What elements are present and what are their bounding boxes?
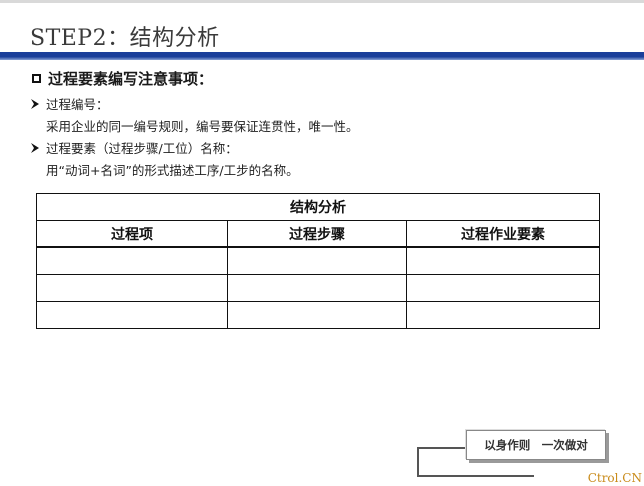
table-cell <box>36 274 228 302</box>
slide-title: STEP2：结构分析 <box>30 26 220 51</box>
column-header-process-item: 过程项 <box>36 220 228 248</box>
table-cell <box>36 246 228 275</box>
table-cell <box>227 274 407 302</box>
table-cell <box>227 246 407 275</box>
table-row <box>36 274 600 302</box>
table-cell <box>227 301 407 329</box>
column-header-process-step: 过程步骤 <box>227 220 407 248</box>
column-header-work-element: 过程作业要素 <box>406 220 600 248</box>
arrow-bullet-icon <box>31 98 39 109</box>
table-cell <box>36 301 228 329</box>
table-cell <box>406 246 600 275</box>
section-heading-text: 过程要素编写注意事项： <box>48 70 214 88</box>
motto-box: 以身作则 一次做对 <box>466 430 606 460</box>
motto-outline-top <box>417 447 467 449</box>
bullet-item-1: 过程编号： <box>30 94 109 113</box>
arrow-bullet-icon <box>31 142 39 153</box>
bullet-detail: 采用企业的同一编号规则，编号要保证连贯性，唯一性。 <box>46 119 359 134</box>
square-bullet-icon <box>32 74 41 83</box>
brand-watermark: Ctrol.CN <box>587 471 642 485</box>
table-cell <box>406 301 600 329</box>
title-underline-bar <box>0 52 644 60</box>
top-border <box>0 0 644 3</box>
table-cell <box>406 274 600 302</box>
table-caption: 结构分析 <box>36 193 600 221</box>
structure-analysis-table: 结构分析 过程项 过程步骤 过程作业要素 <box>36 193 600 329</box>
bullet-detail: 用“动词+名词”的形式描述工序/工步的名称。 <box>46 163 299 178</box>
table-row <box>36 301 600 329</box>
section-heading: 过程要素编写注意事项： <box>32 68 213 89</box>
bullet-item-2: 过程要素（过程步骤/工位）名称： <box>30 138 238 157</box>
table-row <box>36 246 600 275</box>
bullet-label: 过程编号： <box>46 97 109 112</box>
bullet-label: 过程要素（过程步骤/工位）名称： <box>46 141 238 156</box>
